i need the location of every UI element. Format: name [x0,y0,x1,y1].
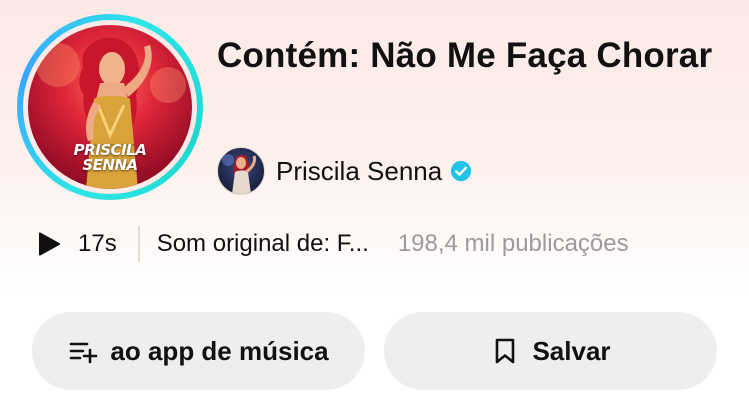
sound-duration: 17s [78,230,117,257]
add-to-music-app-label: ao app de música [110,335,329,366]
sound-cover-gap: PRISCILA SENNA [23,20,197,194]
save-label: Salvar [532,335,611,366]
playlist-add-icon [70,342,98,364]
sound-title: Contém: Não Me Faça Chorar [217,36,713,75]
original-sound-link[interactable]: Som original de: F... [157,230,369,258]
bookmark-icon [496,338,515,364]
meta-divider [137,226,140,262]
add-to-music-app-button[interactable]: ao app de música [32,312,365,390]
save-button[interactable]: Salvar [384,312,717,390]
artist-avatar-illustration [222,154,256,194]
posts-count: 198,4 mil publicações [397,230,629,257]
sound-meta-row: 17s Som original de: F... 198,4 mil publ… [36,222,736,266]
artist-row[interactable]: Priscila Senna [217,146,472,196]
sound-cover-image: PRISCILA SENNA [28,25,192,189]
verified-badge-icon [451,160,472,182]
sound-cover-ring[interactable]: PRISCILA SENNA [17,14,203,200]
artist-name[interactable]: Priscila Senna [276,156,442,187]
cover-artist-text: PRISCILA SENNA [28,143,192,173]
artist-avatar[interactable] [217,147,265,195]
play-icon[interactable] [36,231,62,257]
cover-text-line2: SENNA [82,156,138,174]
